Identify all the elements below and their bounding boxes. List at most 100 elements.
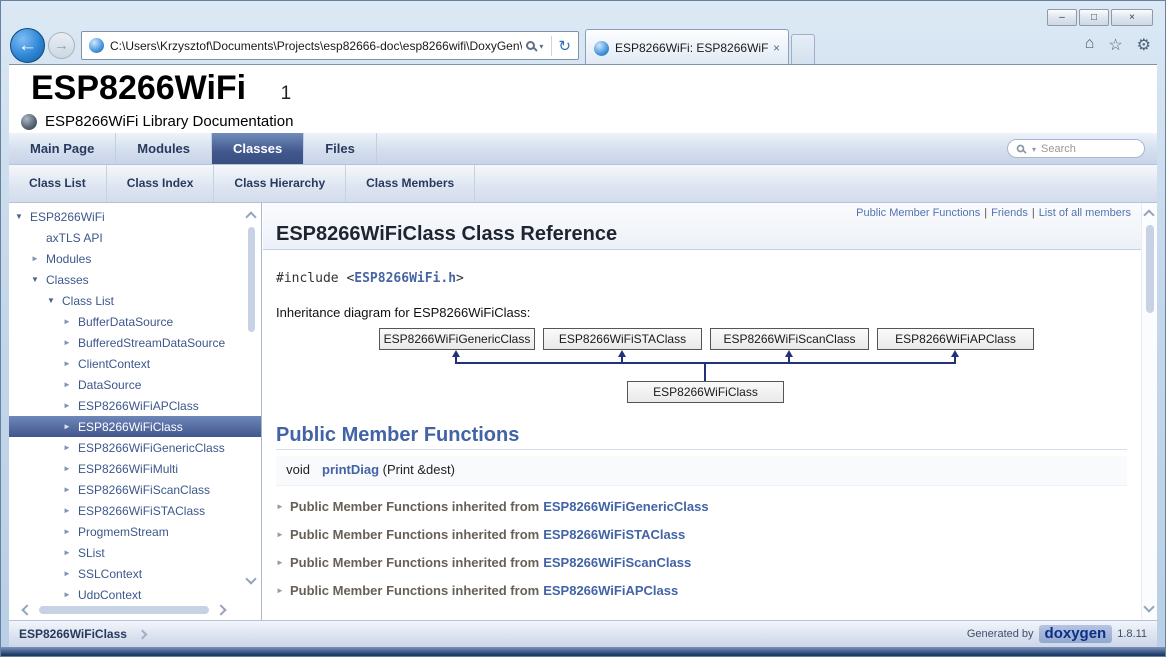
inherited-header-scanclass[interactable]: ► Public Member Functions inherited from… [276, 548, 1141, 576]
search-caret-icon[interactable]: ▾ [1032, 145, 1036, 154]
sidebar-item-esp8266wifi[interactable]: ▼ESP8266WiFi [9, 206, 261, 227]
scroll-right-icon[interactable] [215, 604, 226, 615]
inherited-header-genericclass[interactable]: ► Public Member Functions inherited from… [276, 492, 1141, 520]
tree-collapsed-icon[interactable]: ► [63, 527, 78, 536]
back-button[interactable]: ← [10, 28, 45, 63]
tree-collapsed-icon[interactable]: ► [63, 506, 78, 515]
tree-collapsed-icon[interactable]: ► [63, 317, 78, 326]
tree-collapsed-icon[interactable]: ► [63, 422, 78, 431]
scroll-down-icon[interactable] [245, 573, 256, 584]
tree-collapsed-icon[interactable]: ► [63, 569, 78, 578]
tab-class-members[interactable]: Class Members [346, 165, 475, 202]
breadcrumb[interactable]: ESP8266WiFiClass [9, 627, 146, 641]
scroll-down-icon[interactable] [1143, 601, 1154, 612]
tab-close-icon[interactable]: × [773, 41, 780, 55]
sidebar-item-progmemstream[interactable]: ►ProgmemStream [9, 521, 261, 542]
expand-arrow-icon[interactable]: ► [276, 502, 290, 511]
member-link-printdiag[interactable]: printDiag [322, 462, 379, 477]
address-search-icon[interactable] [526, 41, 535, 50]
sidebar-hscroll-thumb[interactable] [39, 606, 209, 614]
tab-class-index[interactable]: Class Index [107, 165, 215, 202]
address-search-caret-icon[interactable]: ▾ [539, 42, 543, 51]
doxygen-logo[interactable]: doxygen [1039, 625, 1113, 643]
content-vertical-scrollbar[interactable] [1141, 203, 1157, 621]
class-link-esp8266wifiscanclass[interactable]: ESP8266WiFiScanClass [543, 555, 691, 570]
sidebar-item-slist[interactable]: ►SList [9, 542, 261, 563]
scroll-left-icon[interactable] [21, 604, 32, 615]
tree-collapsed-icon[interactable]: ► [63, 380, 78, 389]
sidebar-item-esp8266wifigenericclass[interactable]: ►ESP8266WiFiGenericClass [9, 437, 261, 458]
tab-classes[interactable]: Classes [212, 133, 304, 164]
tab-files[interactable]: Files [304, 133, 377, 164]
tree-collapsed-icon[interactable]: ► [63, 590, 78, 599]
sidebar-item-udpcontext[interactable]: ►UdpContext [9, 584, 261, 599]
expand-arrow-icon[interactable]: ► [276, 586, 290, 595]
sidebar-item-esp8266wificlass[interactable]: ►ESP8266WiFiClass [9, 416, 261, 437]
sidebar-vertical-scrollbar[interactable] [245, 207, 259, 589]
diagram-node-esp8266wifigenericclass[interactable]: ESP8266WiFiGenericClass [379, 328, 535, 350]
sidebar-horizontal-scrollbar[interactable] [9, 601, 247, 619]
scroll-up-icon[interactable] [1143, 209, 1154, 220]
class-link-esp8266wifigenericclass[interactable]: ESP8266WiFiGenericClass [543, 499, 708, 514]
settings-gear-icon[interactable]: ⚙ [1137, 35, 1151, 55]
include-file-link[interactable]: ESP8266WiFi.h [354, 271, 456, 286]
sidebar-item-bufferedstreamdatasource[interactable]: ►BufferedStreamDataSource [9, 332, 261, 353]
tree-collapsed-icon[interactable]: ► [31, 254, 46, 263]
summary-link-all-members[interactable]: List of all members [1039, 207, 1131, 219]
tree-collapsed-icon[interactable]: ► [63, 338, 78, 347]
scroll-up-icon[interactable] [245, 211, 256, 222]
content-vscroll-thumb[interactable] [1146, 225, 1154, 313]
sidebar-item-clientcontext[interactable]: ►ClientContext [9, 353, 261, 374]
sidebar-item-modules[interactable]: ►Modules [9, 248, 261, 269]
inherited-header-apclass[interactable]: ► Public Member Functions inherited from… [276, 576, 1141, 604]
expand-arrow-icon[interactable]: ► [276, 558, 290, 567]
tab-modules[interactable]: Modules [116, 133, 212, 164]
search-input[interactable] [1041, 143, 1136, 155]
tree-collapsed-icon[interactable]: ► [63, 548, 78, 557]
tree-collapsed-icon[interactable]: ► [63, 485, 78, 494]
tree-collapsed-icon[interactable]: ► [63, 464, 78, 473]
summary-link-public-member-functions[interactable]: Public Member Functions [856, 207, 980, 219]
diagram-node-esp8266wifistaclass[interactable]: ESP8266WiFiSTAClass [543, 328, 702, 350]
class-link-esp8266wifiapclass[interactable]: ESP8266WiFiAPClass [543, 583, 678, 598]
sidebar-item-classes[interactable]: ▼Classes [9, 269, 261, 290]
tree-expanded-icon[interactable]: ▼ [47, 296, 62, 305]
sidebar-item-esp8266wifiscanclass[interactable]: ►ESP8266WiFiScanClass [9, 479, 261, 500]
minimize-button[interactable]: – [1047, 9, 1077, 26]
favorites-star-icon[interactable]: ☆ [1108, 35, 1122, 55]
sidebar-item-datasource[interactable]: ►DataSource [9, 374, 261, 395]
diagram-node-esp8266wifiscanclass[interactable]: ESP8266WiFiScanClass [710, 328, 869, 350]
close-button[interactable]: × [1111, 9, 1153, 26]
tree-collapsed-icon[interactable]: ► [63, 401, 78, 410]
home-icon[interactable]: ⌂ [1085, 35, 1095, 55]
diagram-node-esp8266wifiapclass[interactable]: ESP8266WiFiAPClass [877, 328, 1034, 350]
diagram-node-esp8266wificlass[interactable]: ESP8266WiFiClass [627, 381, 784, 403]
class-link-esp8266wifistaclass[interactable]: ESP8266WiFiSTAClass [543, 527, 685, 542]
address-bar[interactable]: ▾ ↻ [81, 31, 579, 60]
address-input[interactable] [110, 39, 522, 53]
sidebar-item-esp8266wifiapclass[interactable]: ►ESP8266WiFiAPClass [9, 395, 261, 416]
browser-tab[interactable]: ESP8266WiFi: ESP8266WiFi... × [585, 29, 789, 66]
search-box[interactable]: ▾ [1007, 139, 1145, 158]
tree-collapsed-icon[interactable]: ► [63, 443, 78, 452]
sidebar-vscroll-thumb[interactable] [248, 227, 255, 332]
sidebar-item-class-list[interactable]: ▼Class List [9, 290, 261, 311]
tree-collapsed-icon[interactable]: ► [63, 359, 78, 368]
summary-link-friends[interactable]: Friends [991, 207, 1028, 219]
maximize-button[interactable]: □ [1079, 9, 1109, 26]
tree-expanded-icon[interactable]: ▼ [31, 275, 46, 284]
sidebar-item-axtls-api[interactable]: axTLS API [9, 227, 261, 248]
inherited-header-staclass[interactable]: ► Public Member Functions inherited from… [276, 520, 1141, 548]
search-icon[interactable] [1017, 145, 1025, 153]
forward-button[interactable]: → [48, 32, 75, 59]
tree-expanded-icon[interactable]: ▼ [15, 212, 30, 221]
sidebar-item-sslcontext[interactable]: ►SSLContext [9, 563, 261, 584]
sidebar-item-bufferdatasource[interactable]: ►BufferDataSource [9, 311, 261, 332]
refresh-icon[interactable]: ↻ [558, 37, 571, 55]
expand-arrow-icon[interactable]: ► [276, 530, 290, 539]
tab-main-page[interactable]: Main Page [9, 133, 116, 164]
sidebar-item-esp8266wifistaclass[interactable]: ►ESP8266WiFiSTAClass [9, 500, 261, 521]
tab-class-hierarchy[interactable]: Class Hierarchy [214, 165, 346, 202]
new-tab-button[interactable] [791, 34, 815, 66]
tab-class-list[interactable]: Class List [9, 165, 107, 202]
